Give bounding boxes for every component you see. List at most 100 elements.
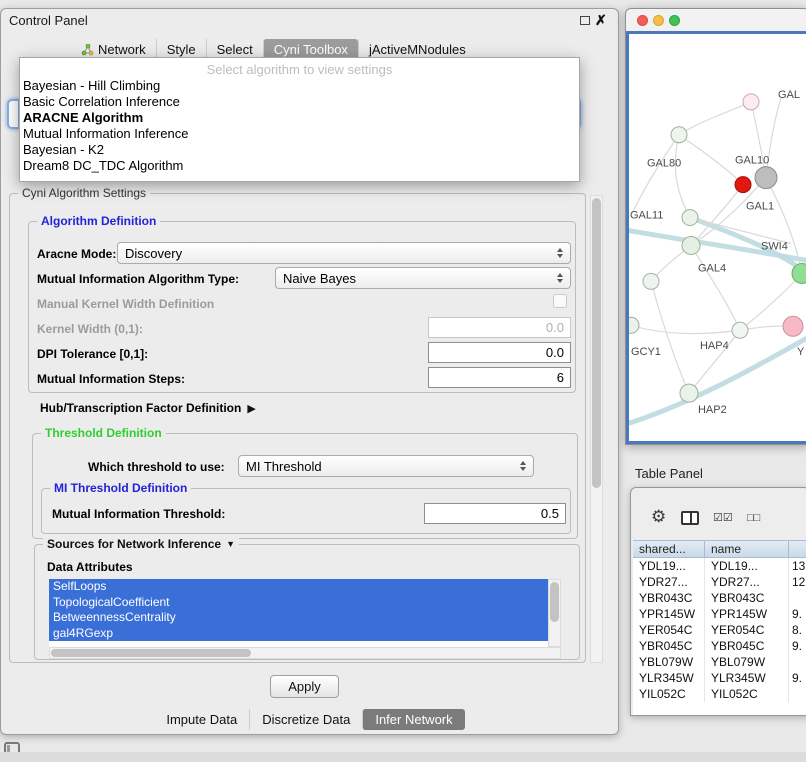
network-node[interactable] [643,273,659,289]
tab-impute-data[interactable]: Impute Data [154,709,249,730]
network-node[interactable] [682,210,698,226]
table-row[interactable]: YIL052CYIL052C [633,686,806,702]
sources-group-title[interactable]: Sources for Network Inference ▼ [43,537,239,551]
aracne-mode-select[interactable]: Discovery [117,242,571,264]
collapse-down-icon: ▼ [226,539,235,549]
data-attributes-list: SelfLoops TopologicalCoefficient Between… [49,579,561,659]
table-row[interactable]: YDL19...YDL19...13 [633,558,806,574]
column-chooser-icon[interactable] [681,511,699,525]
network-canvas[interactable]: GAL GAL80 GAL10 GAL11 GAL1 SWI4 GAL4 GCY… [626,31,806,444]
dropdown-item[interactable]: Mutual Information Inference [20,126,579,142]
float-window-icon[interactable] [580,16,590,25]
mi-threshold-field[interactable]: 0.5 [424,503,566,524]
dpi-tolerance-field[interactable]: 0.0 [428,342,571,363]
algorithm-definition-group: Algorithm Definition Aracne Mode: Discov… [28,221,576,393]
node-table: shared... name YDL19...YDL19...13 YDR27.… [633,540,806,715]
table-panel-title: Table Panel [635,466,703,481]
control-panel-window: Control Panel ✗ Network Style Select Cyn… [0,8,619,735]
column-header-name[interactable]: name [705,541,789,557]
cell: YIL052C [705,686,789,702]
dropdown-item[interactable]: Bayesian - Hill Climbing [20,78,579,94]
dropdown-item-selected[interactable]: ARACNE Algorithm [20,110,579,126]
close-traffic-light[interactable] [637,15,648,26]
dropdown-item[interactable]: Dream8 DC_TDC Algorithm [20,158,579,174]
bottom-tabs: Impute Data Discretize Data Infer Networ… [1,709,618,730]
network-node[interactable] [732,322,748,338]
cyni-settings-group-title: Cyni Algorithm Settings [18,186,150,200]
footer-strip [0,752,806,762]
table-row[interactable]: YDR27...YDR27...12 [633,574,806,590]
tab-label: Infer Network [375,712,452,727]
tab-label: Network [98,42,146,57]
node-label: GAL [778,89,800,101]
table-row[interactable]: YBL079WYBL079W [633,654,806,670]
manual-kernel-checkbox[interactable] [553,294,567,308]
cell: YLR345W [633,670,705,686]
zoom-traffic-light[interactable] [669,15,680,26]
network-view-window: GAL GAL80 GAL10 GAL11 GAL1 SWI4 GAL4 GCY… [625,8,806,445]
minimize-traffic-light[interactable] [653,15,664,26]
table-row[interactable]: YLR345WYLR345W9. [633,670,806,686]
mi-steps-field[interactable]: 6 [428,367,571,388]
attributes-horizontal-scrollbar[interactable] [49,647,561,659]
table-row[interactable]: YER054CYER054C8. [633,622,806,638]
attribute-item-selected[interactable]: BetweennessCentrality [49,610,549,626]
column-header-partial[interactable] [789,541,806,557]
mi-type-select[interactable]: Naive Bayes [275,267,571,289]
aracne-mode-label: Aracne Mode: [37,247,116,261]
combo-arrows-icon [552,273,568,283]
close-window-icon[interactable]: ✗ [595,11,607,29]
deselect-all-checkboxes-icon[interactable]: □□ [747,511,760,525]
table-row[interactable]: YBR045CYBR045C9. [633,638,806,654]
scrollbar-thumb[interactable] [592,198,601,488]
which-threshold-select[interactable]: MI Threshold [238,455,534,477]
node-label: GAL4 [698,262,726,274]
gear-icon[interactable]: ⚙ [651,508,666,526]
expand-right-icon: ▶ [247,402,255,415]
network-node[interactable] [682,237,700,255]
table-row[interactable]: YPR145WYPR145W9. [633,606,806,622]
attribute-item-selected[interactable]: SelfLoops [49,579,549,595]
network-tab-icon [81,44,94,56]
node-label: HAP4 [700,340,729,352]
network-node-pink[interactable] [783,316,803,336]
scrollbar-thumb[interactable] [550,582,559,622]
attribute-item-selected[interactable]: TopologicalCoefficient [49,595,549,611]
dropdown-item[interactable]: Bayesian - K2 [20,142,579,158]
column-header-shared-name[interactable]: shared... [633,541,705,557]
scrollbar-thumb[interactable] [51,649,251,657]
cell: YIL052C [633,686,705,702]
tab-discretize-data[interactable]: Discretize Data [249,709,362,730]
manual-kernel-label: Manual Kernel Width Definition [37,297,214,311]
aracne-mode-value: Discovery [125,246,552,261]
network-node[interactable] [629,317,639,333]
cell: YDL19... [633,558,705,574]
mi-threshold-label: Mutual Information Threshold: [52,507,225,521]
settings-scrollbar[interactable] [590,195,603,663]
kernel-width-field[interactable]: 0.0 [428,317,571,338]
window-title: Control Panel [9,13,88,28]
network-node[interactable] [743,94,759,110]
algorithm-definition-title: Algorithm Definition [37,214,160,228]
apply-button[interactable]: Apply [270,675,339,698]
network-node[interactable] [680,384,698,402]
node-label: GCY1 [631,346,661,358]
dropdown-item[interactable]: Basic Correlation Inference [20,94,579,110]
cell: 8. [789,622,806,638]
tab-infer-network[interactable]: Infer Network [362,709,464,730]
table-row[interactable]: YBR043CYBR043C [633,590,806,606]
network-node[interactable] [671,127,687,143]
group-title-text: Algorithm Definition [41,214,156,228]
network-node-gray[interactable] [755,167,777,189]
hub-definition-expander[interactable]: Hub/Transcription Factor Definition ▶ [40,401,256,415]
attribute-item-selected[interactable]: gal4RGexp [49,626,549,642]
table-panel-window: ⚙ ☑☑ □□ shared... name YDL19...YDL19...1… [630,487,806,716]
select-all-checkboxes-icon[interactable]: ☑☑ [713,511,733,525]
cell: YBR043C [633,590,705,606]
cell: YDL19... [705,558,789,574]
mi-steps-label: Mutual Information Steps: [37,372,185,386]
attributes-vertical-scrollbar[interactable] [548,579,561,647]
node-label: GAL80 [647,158,681,170]
network-node-red[interactable] [735,177,751,193]
group-title-text: MI Threshold Definition [54,481,187,495]
